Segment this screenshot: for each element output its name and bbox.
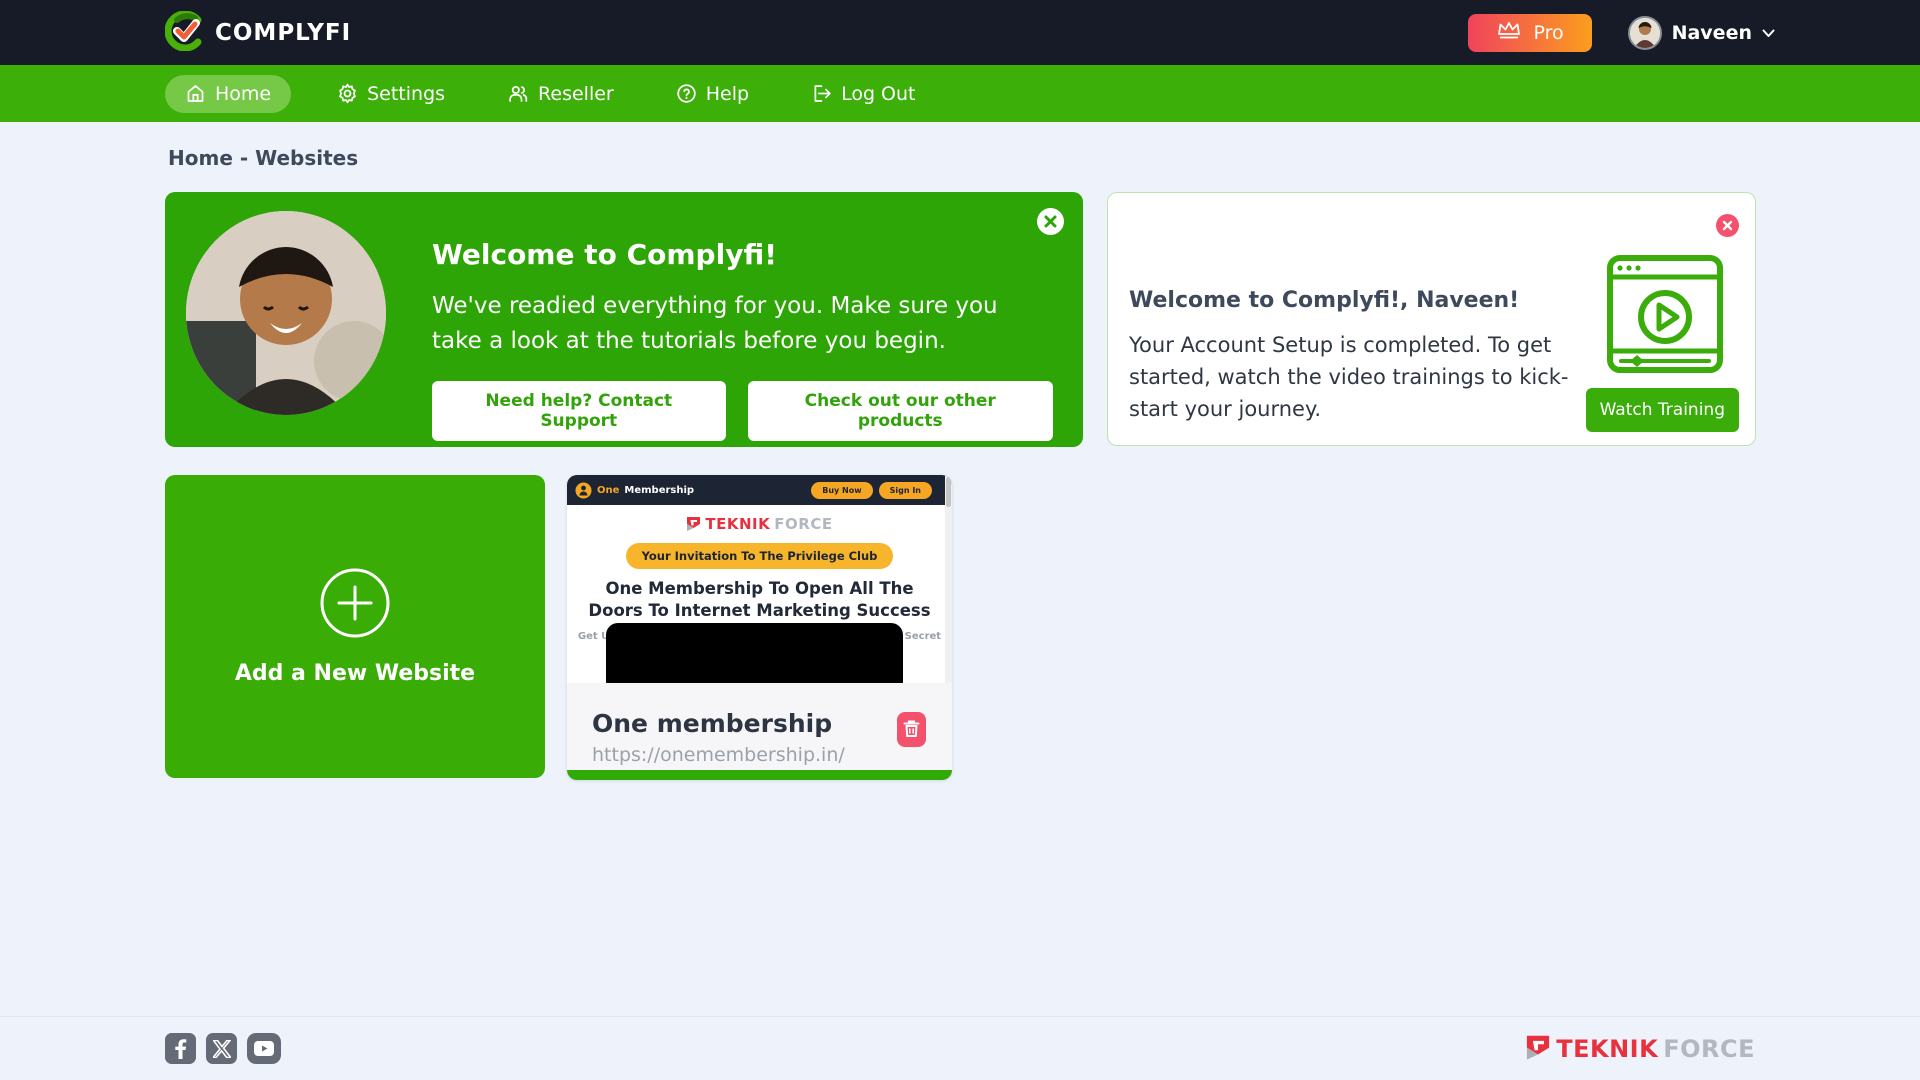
chevron-down-icon (1762, 23, 1775, 42)
welcome-card-body: Welcome to Complyfi! We've readied every… (432, 238, 1083, 441)
nav-item-settings[interactable]: Settings (321, 75, 461, 113)
x-twitter-icon[interactable] (206, 1033, 237, 1064)
thumbnail-nav-buttons: Buy Now Sign In (811, 482, 932, 499)
pro-button-label: Pro (1534, 22, 1564, 44)
nav-item-label: Help (706, 83, 749, 105)
video-player-icon (1607, 255, 1723, 377)
footer-logo-force: FORCE (1663, 1035, 1755, 1063)
youtube-icon[interactable] (247, 1033, 281, 1064)
trash-icon (903, 719, 920, 741)
website-card-accent-bar (567, 770, 952, 780)
scrollbar-thumb[interactable] (946, 477, 951, 507)
website-url: https://onemembership.in/ (592, 744, 952, 766)
breadcrumb: Home - Websites (168, 146, 1920, 170)
websites-row: Add a New Website One Membership (165, 475, 952, 780)
thumb-brand-membership: Membership (624, 485, 694, 496)
teknikforce-footer-logo: TEKNIKFORCE (1525, 1034, 1755, 1063)
brand-name: COMPLYFI (215, 20, 351, 46)
help-icon (676, 83, 697, 104)
user-avatar (1628, 16, 1662, 50)
welcome-title: Welcome to Complyfi! (432, 238, 1053, 271)
social-links (165, 1033, 281, 1064)
nav-item-logout[interactable]: Log Out (795, 75, 931, 113)
buy-now-button[interactable]: Buy Now (811, 482, 872, 499)
website-info: One membership https://onemembership.in/ (567, 683, 952, 770)
page: COMPLYFI Pro (0, 0, 1920, 1080)
welcome-card-close-button[interactable] (1037, 208, 1064, 235)
training-card: Welcome to Complyfi!, Naveen! Your Accou… (1107, 192, 1756, 446)
teknikforce-footer-icon (1525, 1034, 1551, 1063)
logo-teknik-text: TEKNIK (705, 515, 770, 533)
nav-item-help[interactable]: Help (660, 75, 765, 113)
complyfi-logo-icon (165, 11, 205, 55)
add-website-card[interactable]: Add a New Website (165, 475, 545, 778)
pro-button[interactable]: Pro (1468, 14, 1592, 52)
footer-logo-teknik: TEKNIK (1556, 1035, 1658, 1063)
user-name: Naveen (1672, 22, 1752, 44)
watch-training-button[interactable]: Watch Training (1586, 388, 1739, 432)
welcome-text: We've readied everything for you. Make s… (432, 289, 1052, 359)
other-products-button[interactable]: Check out our other products (748, 381, 1053, 441)
thumbnail-navbar: One Membership Buy Now Sign In (567, 475, 952, 505)
plus-circle-icon (319, 567, 391, 643)
teknikforce-icon (686, 516, 701, 533)
teknikforce-logo: TEKNIKFORCE (567, 515, 952, 533)
one-membership-logo: One Membership (575, 482, 694, 499)
logout-icon (811, 83, 832, 104)
user-menu[interactable]: Naveen (1628, 16, 1775, 50)
complyfi-logo: COMPLYFI (165, 11, 351, 55)
nav-item-label: Home (215, 83, 271, 105)
thumbnail-video-placeholder (606, 623, 903, 683)
training-text: Your Account Setup is completed. To get … (1129, 329, 1599, 425)
website-card: One Membership Buy Now Sign In (567, 475, 952, 780)
crown-icon (1496, 19, 1522, 46)
home-icon (185, 83, 206, 104)
thumbnail-scrollbar[interactable] (945, 475, 952, 683)
gear-icon (337, 83, 358, 104)
delete-website-button[interactable] (897, 712, 926, 747)
thumbnail-heading: One Membership To Open All The Doors To … (567, 578, 952, 623)
header-right: Pro Naveen (1468, 14, 1775, 52)
nav-item-label: Settings (367, 83, 445, 105)
main-nav: Home Settings Reseller (0, 65, 1920, 122)
contact-support-button[interactable]: Need help? Contact Support (432, 381, 726, 441)
facebook-icon[interactable] (165, 1033, 196, 1064)
footer: TEKNIKFORCE (0, 1016, 1920, 1080)
thumb-brand-one: One (597, 485, 619, 496)
training-card-close-button[interactable] (1716, 214, 1739, 237)
invitation-pill: Your Invitation To The Privilege Club (626, 543, 894, 569)
add-website-label: Add a New Website (235, 661, 475, 686)
top-header: COMPLYFI Pro (0, 0, 1920, 65)
sign-in-button[interactable]: Sign In (879, 482, 932, 499)
welcome-card: Welcome to Complyfi! We've readied every… (165, 192, 1083, 447)
nav-item-reseller[interactable]: Reseller (491, 75, 630, 113)
top-cards-row: Welcome to Complyfi! We've readied every… (165, 192, 1756, 447)
nav-item-home[interactable]: Home (165, 75, 291, 113)
nav-item-label: Reseller (538, 83, 614, 105)
users-icon (507, 83, 529, 104)
website-thumbnail[interactable]: One Membership Buy Now Sign In (567, 475, 952, 683)
logo-force-text: FORCE (774, 515, 832, 533)
profile-photo (186, 211, 386, 415)
welcome-buttons: Need help? Contact Support Check out our… (432, 381, 1053, 441)
nav-item-label: Log Out (841, 83, 915, 105)
